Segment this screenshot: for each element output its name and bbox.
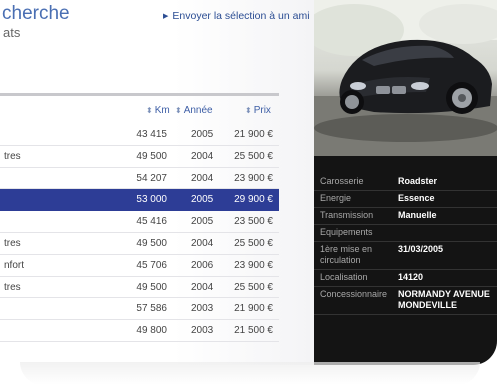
spec-value: Essence bbox=[398, 193, 435, 203]
row-name-cell: tres bbox=[4, 237, 21, 249]
spec-label: 1ère mise en circulation bbox=[320, 244, 373, 265]
spec-row: Energie Essence bbox=[314, 191, 497, 208]
spec-row: 1ère mise en circulation 31/03/2005 bbox=[314, 242, 497, 270]
row-name-cell: nfort bbox=[4, 259, 25, 271]
spec-label: Localisation bbox=[320, 272, 368, 282]
row-km-cell: 49 500 bbox=[136, 150, 167, 162]
row-year-cell: 2004 bbox=[191, 172, 214, 184]
table-row[interactable]: 57 586 2003 21 900 € bbox=[0, 298, 279, 321]
table-row[interactable]: 43 415 2005 21 900 € bbox=[0, 124, 279, 146]
table-row[interactable]: 45 416 2005 23 500 € bbox=[0, 211, 279, 233]
row-km-cell: 53 000 bbox=[136, 194, 167, 206]
row-price-cell: 21 900 € bbox=[234, 303, 273, 315]
row-year-cell: 2005 bbox=[191, 194, 214, 206]
spec-row: Localisation 14120 bbox=[314, 270, 497, 287]
spec-value: Manuelle bbox=[398, 210, 437, 220]
row-price-cell: 25 500 € bbox=[234, 237, 273, 249]
spec-value: 31/03/2005 bbox=[398, 244, 444, 254]
row-km-cell: 49 500 bbox=[136, 281, 167, 293]
table-row[interactable]: nfort 45 706 2006 23 900 € bbox=[0, 255, 279, 277]
spec-row: Concessionnaire NORMANDY AVENUE MONDEVILL… bbox=[314, 287, 497, 315]
car-photo[interactable] bbox=[314, 0, 497, 156]
row-year-cell: 2005 bbox=[191, 216, 214, 228]
row-km-cell: 57 586 bbox=[136, 303, 167, 315]
row-year-cell: 2004 bbox=[191, 150, 214, 162]
row-year-cell: 2003 bbox=[191, 303, 214, 315]
table-row[interactable]: tres 49 500 2004 25 500 € bbox=[0, 146, 279, 168]
table-row[interactable]: tres 49 500 2004 25 500 € bbox=[0, 233, 279, 255]
row-name-cell: tres bbox=[4, 150, 21, 162]
row-year-cell: 2006 bbox=[191, 259, 214, 271]
row-km-cell: 45 416 bbox=[136, 216, 167, 228]
vehicle-specs: Carosserie Roadster Energie Essence Transmis… bbox=[314, 174, 497, 315]
spec-value: Roadster bbox=[398, 176, 438, 186]
row-price-cell: 23 500 € bbox=[234, 216, 273, 228]
car-photo-icon bbox=[314, 0, 497, 156]
spec-row: Carosserie Roadster bbox=[314, 174, 497, 191]
results-table: ⬍ Km ⬍ Année ⬍ Prix 43 415 2005 21 900 € tres 4… bbox=[0, 93, 279, 342]
table-row[interactable]: 49 800 2003 21 500 € bbox=[0, 320, 279, 342]
row-price-cell: 23 900 € bbox=[234, 172, 273, 184]
row-price-cell: 25 500 € bbox=[234, 281, 273, 293]
row-km-cell: 49 500 bbox=[136, 237, 167, 249]
row-km-cell: 54 207 bbox=[136, 172, 167, 184]
send-selection-link[interactable]: ▶ Envoyer la sélection à un ami bbox=[163, 10, 310, 22]
row-year-cell: 2005 bbox=[191, 129, 214, 140]
spec-label: Concessionnaire bbox=[320, 289, 388, 299]
col-km-label: Km bbox=[154, 105, 170, 116]
sort-arrows-icon: ⬍ bbox=[245, 106, 252, 115]
detail-panel: Carosserie Roadster Energie Essence Transmis… bbox=[314, 0, 497, 365]
table-body: 43 415 2005 21 900 € tres 49 500 2004 25 500 €… bbox=[0, 124, 279, 342]
arrow-right-icon: ▶ bbox=[163, 13, 169, 20]
row-name-cell: tres bbox=[4, 281, 21, 293]
spec-label: Transmission bbox=[320, 210, 374, 220]
row-price-cell: 23 900 € bbox=[234, 259, 273, 271]
sort-year-header[interactable]: ⬍ Année bbox=[175, 105, 213, 116]
col-price-label: Prix bbox=[253, 105, 271, 116]
row-price-cell: 25 500 € bbox=[234, 150, 273, 162]
spec-value: 14120 bbox=[398, 272, 424, 282]
row-km-cell: 43 415 bbox=[136, 129, 167, 140]
row-km-cell: 45 706 bbox=[136, 259, 167, 271]
col-year-label: Année bbox=[183, 105, 213, 116]
spec-row: Equipements bbox=[314, 225, 497, 242]
row-price-cell: 21 900 € bbox=[234, 129, 273, 140]
page-title: cherche bbox=[2, 3, 70, 24]
row-price-cell: 29 900 € bbox=[234, 194, 273, 206]
sort-arrows-icon: ⬍ bbox=[146, 106, 153, 115]
table-row[interactable]: 54 207 2004 23 900 € bbox=[0, 168, 279, 190]
row-price-cell: 21 500 € bbox=[234, 325, 273, 337]
spec-label: Equipements bbox=[320, 227, 373, 237]
spec-row: Transmission Manuelle bbox=[314, 208, 497, 225]
spec-value: NORMANDY AVENUE MONDEVILLE bbox=[398, 289, 490, 310]
page-subtitle: ats bbox=[3, 25, 21, 40]
row-year-cell: 2003 bbox=[191, 325, 214, 337]
spec-label: Carosserie bbox=[320, 176, 364, 186]
sort-km-header[interactable]: ⬍ Km bbox=[146, 105, 170, 116]
sort-arrows-icon: ⬍ bbox=[175, 106, 182, 115]
table-row[interactable]: 53 000 2005 29 900 € bbox=[0, 189, 279, 212]
spec-label: Energie bbox=[320, 193, 352, 203]
send-selection-label: Envoyer la sélection à un ami bbox=[172, 10, 310, 22]
frame-reflection bbox=[20, 362, 480, 385]
results-panel: cherche ats ▶ Envoyer la sélection à un a… bbox=[0, 0, 314, 365]
row-year-cell: 2004 bbox=[191, 237, 214, 249]
table-row[interactable]: tres 49 500 2004 25 500 € bbox=[0, 277, 279, 299]
sort-price-header[interactable]: ⬍ Prix bbox=[245, 105, 271, 116]
row-year-cell: 2004 bbox=[191, 281, 214, 293]
table-header: ⬍ Km ⬍ Année ⬍ Prix bbox=[0, 93, 279, 124]
row-km-cell: 49 800 bbox=[136, 325, 167, 337]
app-frame: cherche ats ▶ Envoyer la sélection à un a… bbox=[0, 0, 497, 365]
